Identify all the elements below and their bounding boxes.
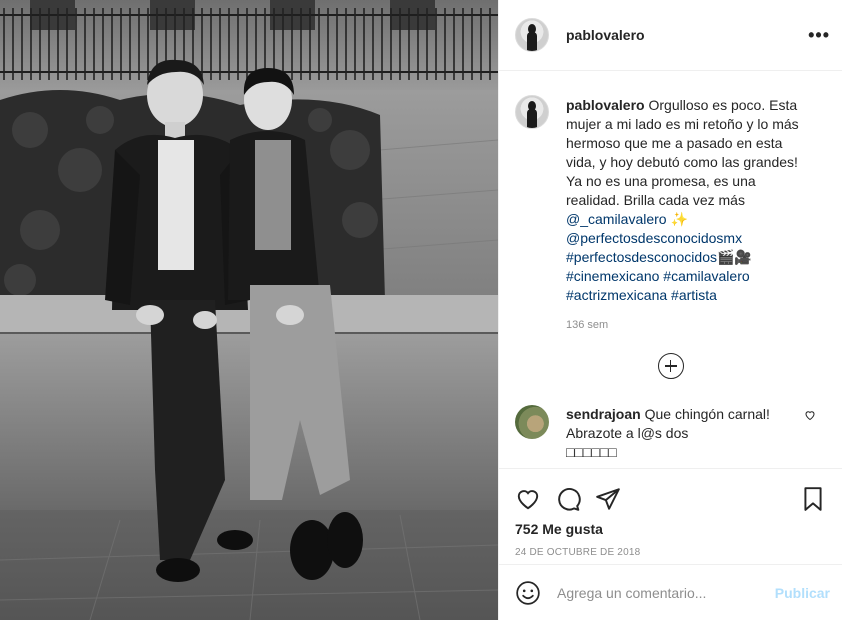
emoji-icon[interactable] bbox=[515, 580, 541, 606]
hashtag-link[interactable]: #cinemexicano bbox=[566, 268, 659, 284]
hashtag-link[interactable]: #camilavalero bbox=[663, 268, 749, 284]
load-more-icon[interactable] bbox=[657, 353, 684, 379]
commenter-avatar[interactable] bbox=[515, 405, 549, 439]
comments-scroll-area[interactable]: pablovalero Orgulloso es poco. Esta muje… bbox=[499, 72, 842, 468]
actions-section: 752 Me gusta 24 DE OCTUBRE DE 2018 Publi… bbox=[499, 468, 842, 620]
post-photo bbox=[0, 0, 498, 620]
publish-button[interactable]: Publicar bbox=[775, 585, 830, 601]
comment-username[interactable]: sendrajoan bbox=[566, 406, 641, 422]
post-header: pablovalero ••• bbox=[499, 0, 842, 71]
caption-username[interactable]: pablovalero bbox=[566, 97, 645, 113]
hashtag-link[interactable]: #perfectosdesconocidos bbox=[566, 249, 717, 265]
action-bar bbox=[499, 469, 842, 517]
likes-count[interactable]: 752 Me gusta bbox=[499, 517, 842, 537]
sparkle-emoji: ✨ bbox=[670, 211, 688, 227]
hashtag-link[interactable]: #actrizmexicana bbox=[566, 287, 667, 303]
comment-text: sendrajoan Que chingón carnal! Abrazote … bbox=[566, 405, 790, 462]
film-emoji: 🎬🎥 bbox=[717, 249, 752, 265]
caption-avatar[interactable] bbox=[515, 95, 549, 129]
comment-input[interactable] bbox=[557, 584, 775, 601]
bookmark-icon[interactable] bbox=[800, 486, 826, 512]
hashtag-link[interactable]: @perfectosdesconocidosmx bbox=[566, 230, 742, 246]
post-date: 24 DE OCTUBRE DE 2018 bbox=[515, 547, 641, 558]
caption-text: pablovalero Orgulloso es poco. Esta muje… bbox=[566, 96, 806, 305]
header-username[interactable]: pablovalero bbox=[566, 27, 808, 43]
caption: pablovalero Orgulloso es poco. Esta muje… bbox=[499, 72, 842, 305]
comment-icon[interactable] bbox=[555, 486, 581, 512]
post-details-panel: pablovalero ••• pablovalero Orgulloso es… bbox=[498, 0, 842, 620]
mention-link[interactable]: @_camilavalero bbox=[566, 211, 667, 227]
caption-body: Orgulloso es poco. Esta mujer a mi lado … bbox=[566, 97, 799, 208]
add-comment-bar: Publicar bbox=[499, 564, 842, 620]
avatar[interactable] bbox=[515, 18, 549, 52]
heart-icon[interactable] bbox=[515, 486, 541, 512]
comment-trailing: □□□□□□ bbox=[566, 444, 617, 460]
share-icon[interactable] bbox=[595, 486, 621, 512]
more-options-icon[interactable]: ••• bbox=[808, 25, 830, 46]
comment-item: sendrajoan Que chingón carnal! Abrazote … bbox=[499, 379, 842, 462]
comment-heart-icon[interactable] bbox=[804, 409, 816, 424]
caption-timestamp[interactable]: 136 sem bbox=[566, 319, 842, 331]
hashtag-link[interactable]: #artista bbox=[671, 287, 717, 303]
